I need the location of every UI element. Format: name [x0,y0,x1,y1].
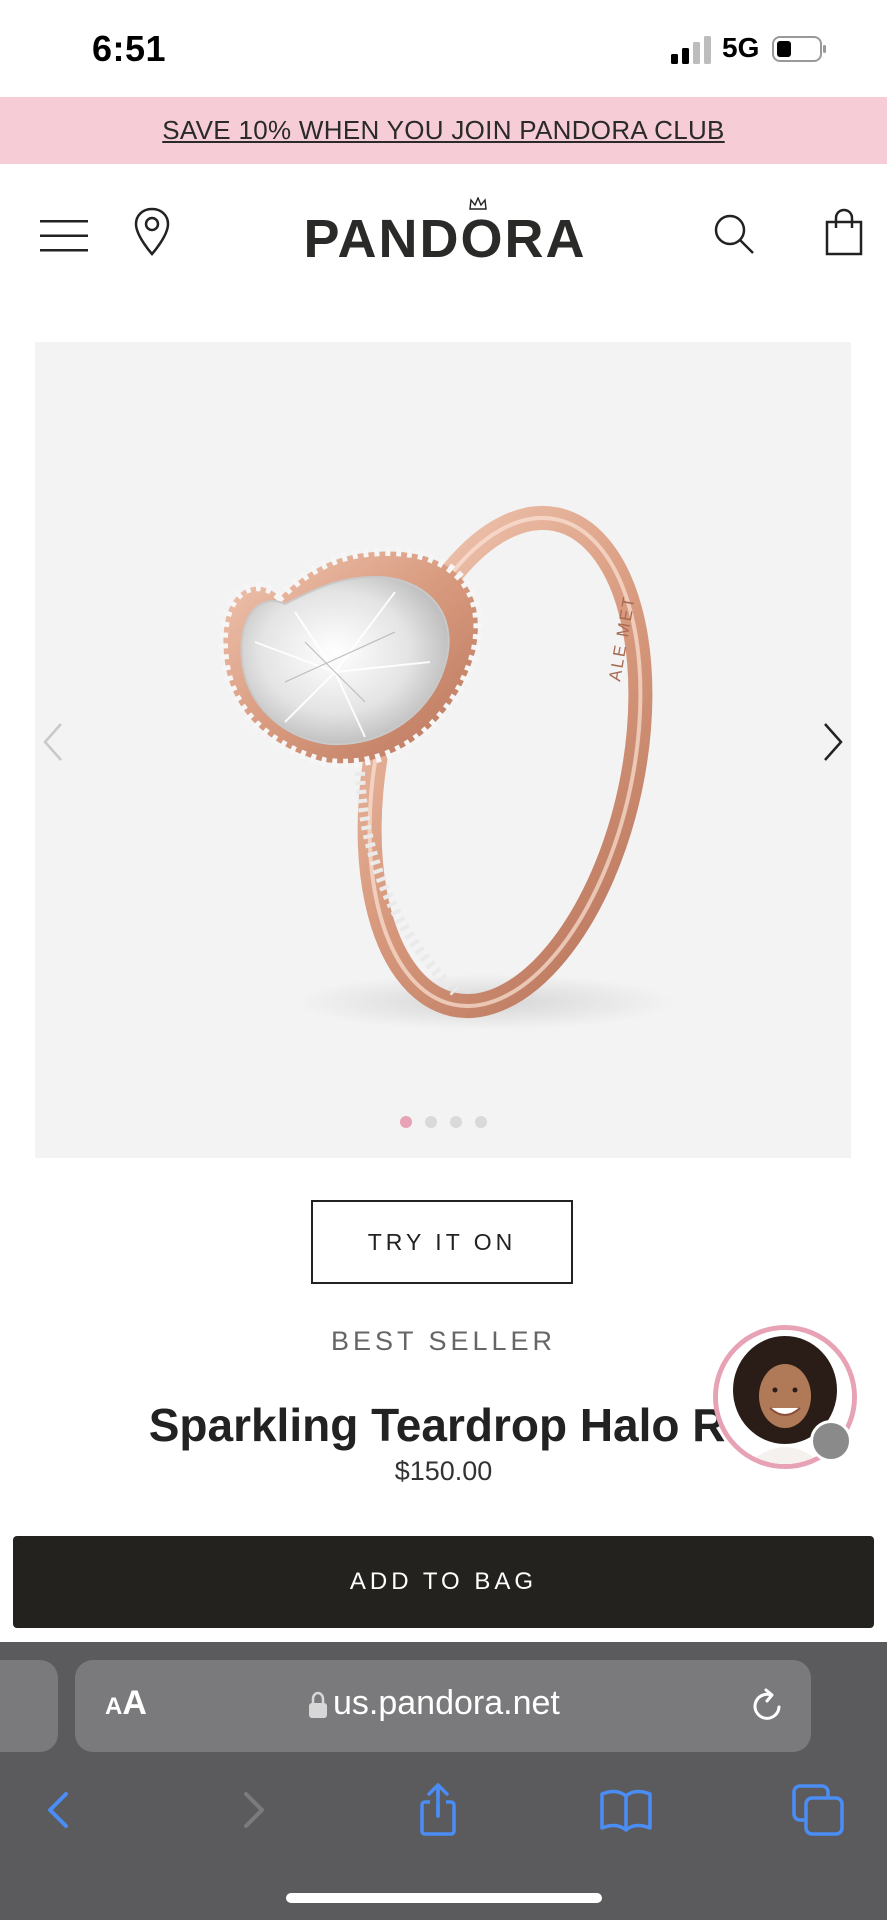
carousel-dot[interactable] [475,1116,487,1128]
carousel-dot[interactable] [425,1116,437,1128]
url-text: us.pandora.net [333,1684,560,1722]
battery-icon [772,36,826,62]
tabs-icon[interactable] [790,1782,846,1838]
home-indicator [286,1893,602,1903]
try-it-on-button[interactable]: TRY IT ON [311,1200,573,1284]
address-bar[interactable]: AA us.pandora.net [75,1660,811,1752]
brand-logo[interactable]: PANDORA [300,204,590,274]
carousel-prev-arrow-icon[interactable] [35,712,75,772]
carousel-next-arrow-icon[interactable] [811,712,851,772]
product-image-ring: ALE MET [219,505,675,1030]
cellular-signal-icon [671,36,711,64]
site-header: PANDORA [0,164,887,304]
aa-large-glyph: A [122,1684,147,1722]
back-icon[interactable] [32,1782,88,1838]
aa-small-glyph: A [105,1693,123,1720]
status-bar: 6:51 5G [0,0,887,97]
browser-toolbar: AA us.pandora.net [0,1642,887,1920]
bookmarks-icon[interactable] [598,1782,654,1838]
carousel-dots [400,1116,500,1130]
shopping-bag-icon[interactable] [824,208,864,256]
share-icon[interactable] [410,1782,466,1838]
search-icon[interactable] [712,212,756,256]
promo-banner: SAVE 10% WHEN YOU JOIN PANDORA CLUB [0,97,887,164]
reader-options-button[interactable]: AA [105,1684,147,1723]
logo-crown-icon [469,197,487,210]
reload-icon[interactable] [749,1687,785,1725]
carousel-dot[interactable] [400,1116,412,1128]
promo-link[interactable]: SAVE 10% WHEN YOU JOIN PANDORA CLUB [0,97,887,164]
product-image-carousel[interactable]: ALE MET [35,342,851,1158]
status-time: 6:51 [92,28,167,69]
forward-icon[interactable] [224,1782,280,1838]
lock-icon [309,1691,327,1718]
chat-status-indicator [810,1420,852,1462]
browser-nav-toolbar [0,1782,887,1852]
carousel-dot[interactable] [450,1116,462,1128]
hamburger-menu-icon[interactable] [40,219,88,253]
previous-tab-preview[interactable] [0,1660,58,1752]
add-to-bag-button[interactable]: ADD TO BAG [13,1536,874,1628]
network-type: 5G [722,32,760,63]
store-locator-icon[interactable] [132,206,172,258]
